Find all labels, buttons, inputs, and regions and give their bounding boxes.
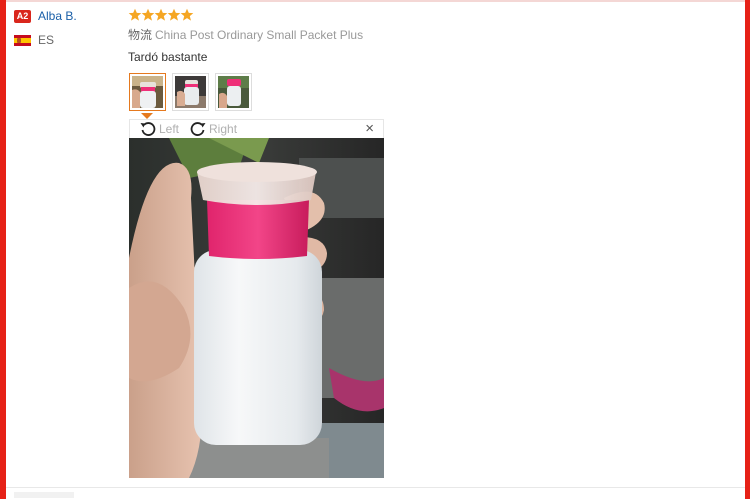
star-rating: [128, 7, 728, 23]
shipping-label: 物流: [128, 28, 153, 42]
shipping-info: 物流 China Post Ordinary Small Packet Plus: [128, 27, 728, 43]
star-icon: [154, 8, 168, 21]
buyer-level-badge: A2: [14, 9, 31, 23]
rotate-left-label: Left: [159, 122, 180, 136]
star-icon: [167, 8, 181, 21]
rotate-right-label: Right: [209, 122, 238, 136]
star-icon: [128, 8, 142, 21]
close-viewer-button[interactable]: ×: [365, 121, 374, 137]
reviewer-name-row: A2 Alba B.: [14, 8, 114, 24]
review-photo-large: [129, 138, 384, 478]
review-text: Tardó bastante: [128, 50, 208, 64]
reviewer-country-row: ES: [14, 32, 114, 48]
reviewer-info: A2 Alba B. ES: [14, 8, 114, 48]
reviewer-name-link[interactable]: Alba B.: [38, 9, 77, 23]
star-icon: [141, 8, 155, 21]
thumbnail-image: [218, 76, 249, 108]
rotate-right-button[interactable]: Right: [189, 120, 237, 138]
photo-thumbnail[interactable]: [215, 73, 252, 111]
review-divider: [6, 487, 745, 488]
shipping-method: China Post Ordinary Small Packet Plus: [155, 28, 364, 42]
thumbnail-image: [132, 76, 163, 108]
photo-thumbnail[interactable]: [129, 73, 166, 111]
spain-flag-icon: [14, 34, 31, 46]
left-red-border: [0, 0, 6, 499]
top-border: [0, 0, 750, 2]
image-viewer-toolbar: Left Right ×: [129, 119, 384, 138]
rotate-left-button[interactable]: Left: [139, 120, 179, 138]
thumbnail-image: [175, 76, 206, 108]
star-icon: [180, 8, 194, 21]
photo-thumbnails: [129, 73, 258, 111]
rotate-right-icon: [190, 122, 206, 136]
next-review-placeholder: [14, 492, 74, 498]
right-red-border: [745, 0, 750, 499]
country-code: ES: [38, 33, 55, 47]
rotate-left-icon: [140, 122, 156, 136]
photo-thumbnail[interactable]: [172, 73, 209, 111]
review-content: 物流 China Post Ordinary Small Packet Plus …: [128, 7, 728, 65]
